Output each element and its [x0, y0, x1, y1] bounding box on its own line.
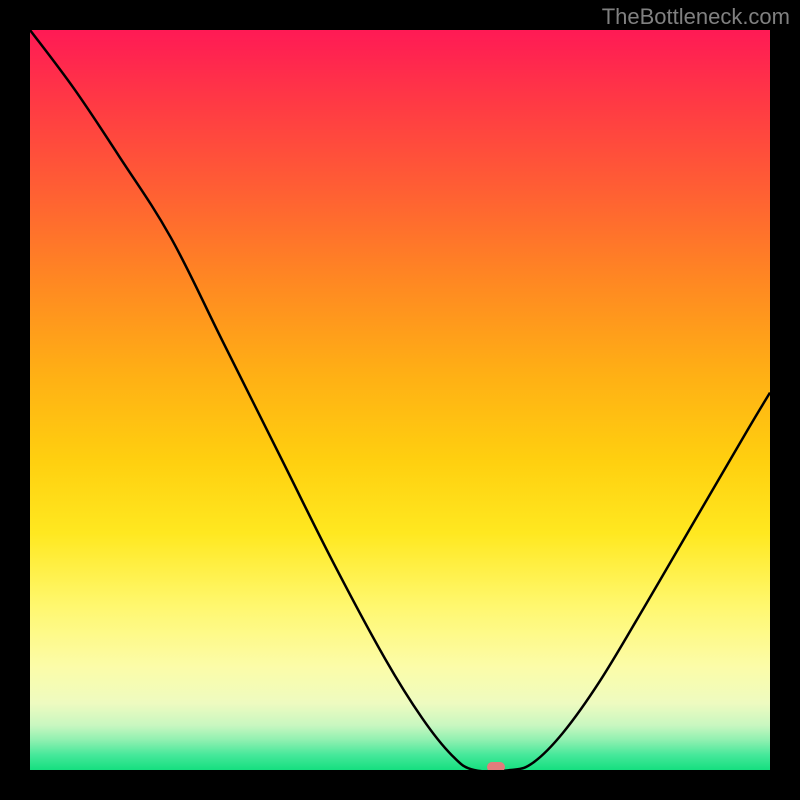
watermark-text: TheBottleneck.com — [602, 4, 790, 30]
plot-area — [30, 30, 770, 770]
bottleneck-curve — [30, 30, 770, 770]
curve-svg — [30, 30, 770, 770]
chart-container: TheBottleneck.com — [0, 0, 800, 800]
minimum-marker — [487, 762, 505, 770]
